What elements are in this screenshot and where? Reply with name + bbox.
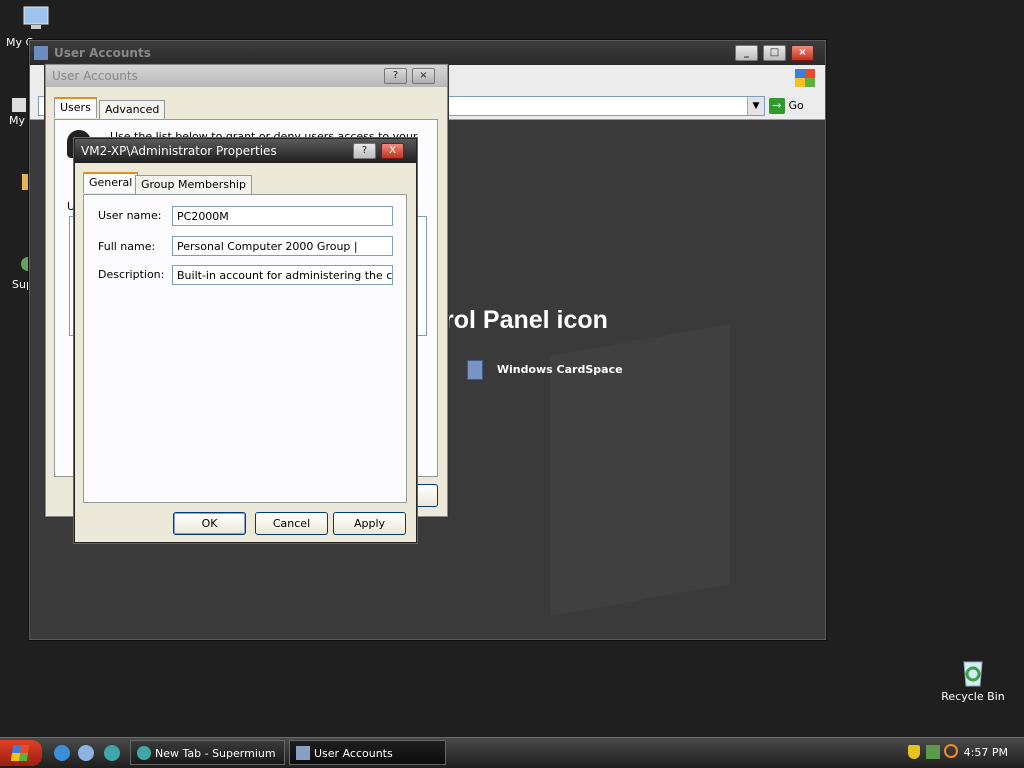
quick-launch-app-icon[interactable] <box>78 745 94 761</box>
window-app-icon <box>34 46 48 60</box>
tab-group-membership[interactable]: Group Membership <box>135 175 252 194</box>
maximize-button[interactable]: □ <box>763 45 786 61</box>
recycle-bin-icon <box>957 656 989 688</box>
start-button[interactable] <box>0 740 42 766</box>
user-name-field[interactable]: PC2000M <box>172 206 393 226</box>
apply-button[interactable]: Apply <box>333 512 406 535</box>
titlebar[interactable]: User Accounts _ □ × <box>30 41 825 65</box>
help-button[interactable]: ? <box>384 68 407 84</box>
description-label: Description: <box>98 268 165 281</box>
close-button[interactable]: × <box>791 45 814 61</box>
description-field[interactable]: Built-in account for administering the c… <box>172 265 393 285</box>
desktop-icon-recycle-bin[interactable]: Recycle Bin <box>938 656 1008 703</box>
desktop-icon-label: Recycle Bin <box>941 690 1005 703</box>
taskbar: New Tab - Supermium User Accounts 4:57 P… <box>0 737 1024 768</box>
computer-icon <box>22 4 52 34</box>
tab-general[interactable]: General <box>83 172 139 193</box>
desktop-icon-program[interactable] <box>0 172 32 194</box>
go-button[interactable]: → Go <box>769 96 817 116</box>
dialog-title: User Accounts <box>52 69 138 83</box>
ok-button[interactable]: OK <box>173 512 246 535</box>
cardspace-icon <box>467 360 483 380</box>
cardspace-label: Windows CardSpace <box>496 363 623 376</box>
window-title: User Accounts <box>54 46 151 60</box>
folder-icon <box>12 96 28 114</box>
system-tray: 4:57 PM <box>900 738 1024 768</box>
full-name-field[interactable]: Personal Computer 2000 Group | <box>172 236 393 256</box>
full-name-label: Full name: <box>98 240 156 253</box>
task-user-accounts[interactable]: User Accounts <box>289 740 446 765</box>
desktop-icon-label: My <box>8 114 25 127</box>
user-name-label: User name: <box>98 209 162 222</box>
security-shield-icon[interactable] <box>908 745 920 759</box>
task-label: New Tab - Supermium <box>155 747 276 760</box>
dialog-title: VM2-XP\Administrator Properties <box>81 144 277 158</box>
go-arrow-icon: → <box>769 98 785 114</box>
address-dropdown-button[interactable]: ▼ <box>747 97 764 115</box>
internet-explorer-icon[interactable] <box>54 745 70 761</box>
administrator-properties-dialog: VM2-XP\Administrator Properties ? X Gene… <box>74 138 417 543</box>
tab-advanced[interactable]: Advanced <box>99 100 166 119</box>
windows-logo-icon <box>795 69 815 87</box>
close-button[interactable]: × <box>412 68 435 84</box>
desktop-icon-my-documents[interactable]: My <box>0 96 30 127</box>
cancel-button[interactable]: Cancel <box>255 512 328 535</box>
user-accounts-icon <box>296 746 310 760</box>
general-tab-panel: User name: PC2000M Full name: Personal C… <box>83 194 407 503</box>
minimize-button[interactable]: _ <box>735 45 758 61</box>
windows-flag-icon <box>10 745 30 761</box>
search-icon[interactable] <box>944 744 958 758</box>
close-button[interactable]: X <box>381 143 404 159</box>
supermium-icon[interactable] <box>104 745 120 761</box>
browser-icon <box>137 746 151 760</box>
tab-users[interactable]: Users <box>54 97 97 118</box>
desktop-icon-support[interactable]: Sup <box>0 250 35 291</box>
go-label: Go <box>788 99 804 112</box>
titlebar[interactable]: VM2-XP\Administrator Properties ? X <box>75 139 416 163</box>
cardspace-link[interactable]: Windows CardSpace <box>467 360 623 380</box>
task-new-tab-supermium[interactable]: New Tab - Supermium <box>130 740 285 765</box>
task-label: User Accounts <box>314 747 393 760</box>
clock[interactable]: 4:57 PM <box>964 746 1008 759</box>
page-heading: rol Panel icon <box>444 306 608 334</box>
help-button[interactable]: ? <box>353 143 376 159</box>
network-icon[interactable] <box>926 745 940 759</box>
titlebar[interactable]: User Accounts ? × <box>46 65 447 87</box>
